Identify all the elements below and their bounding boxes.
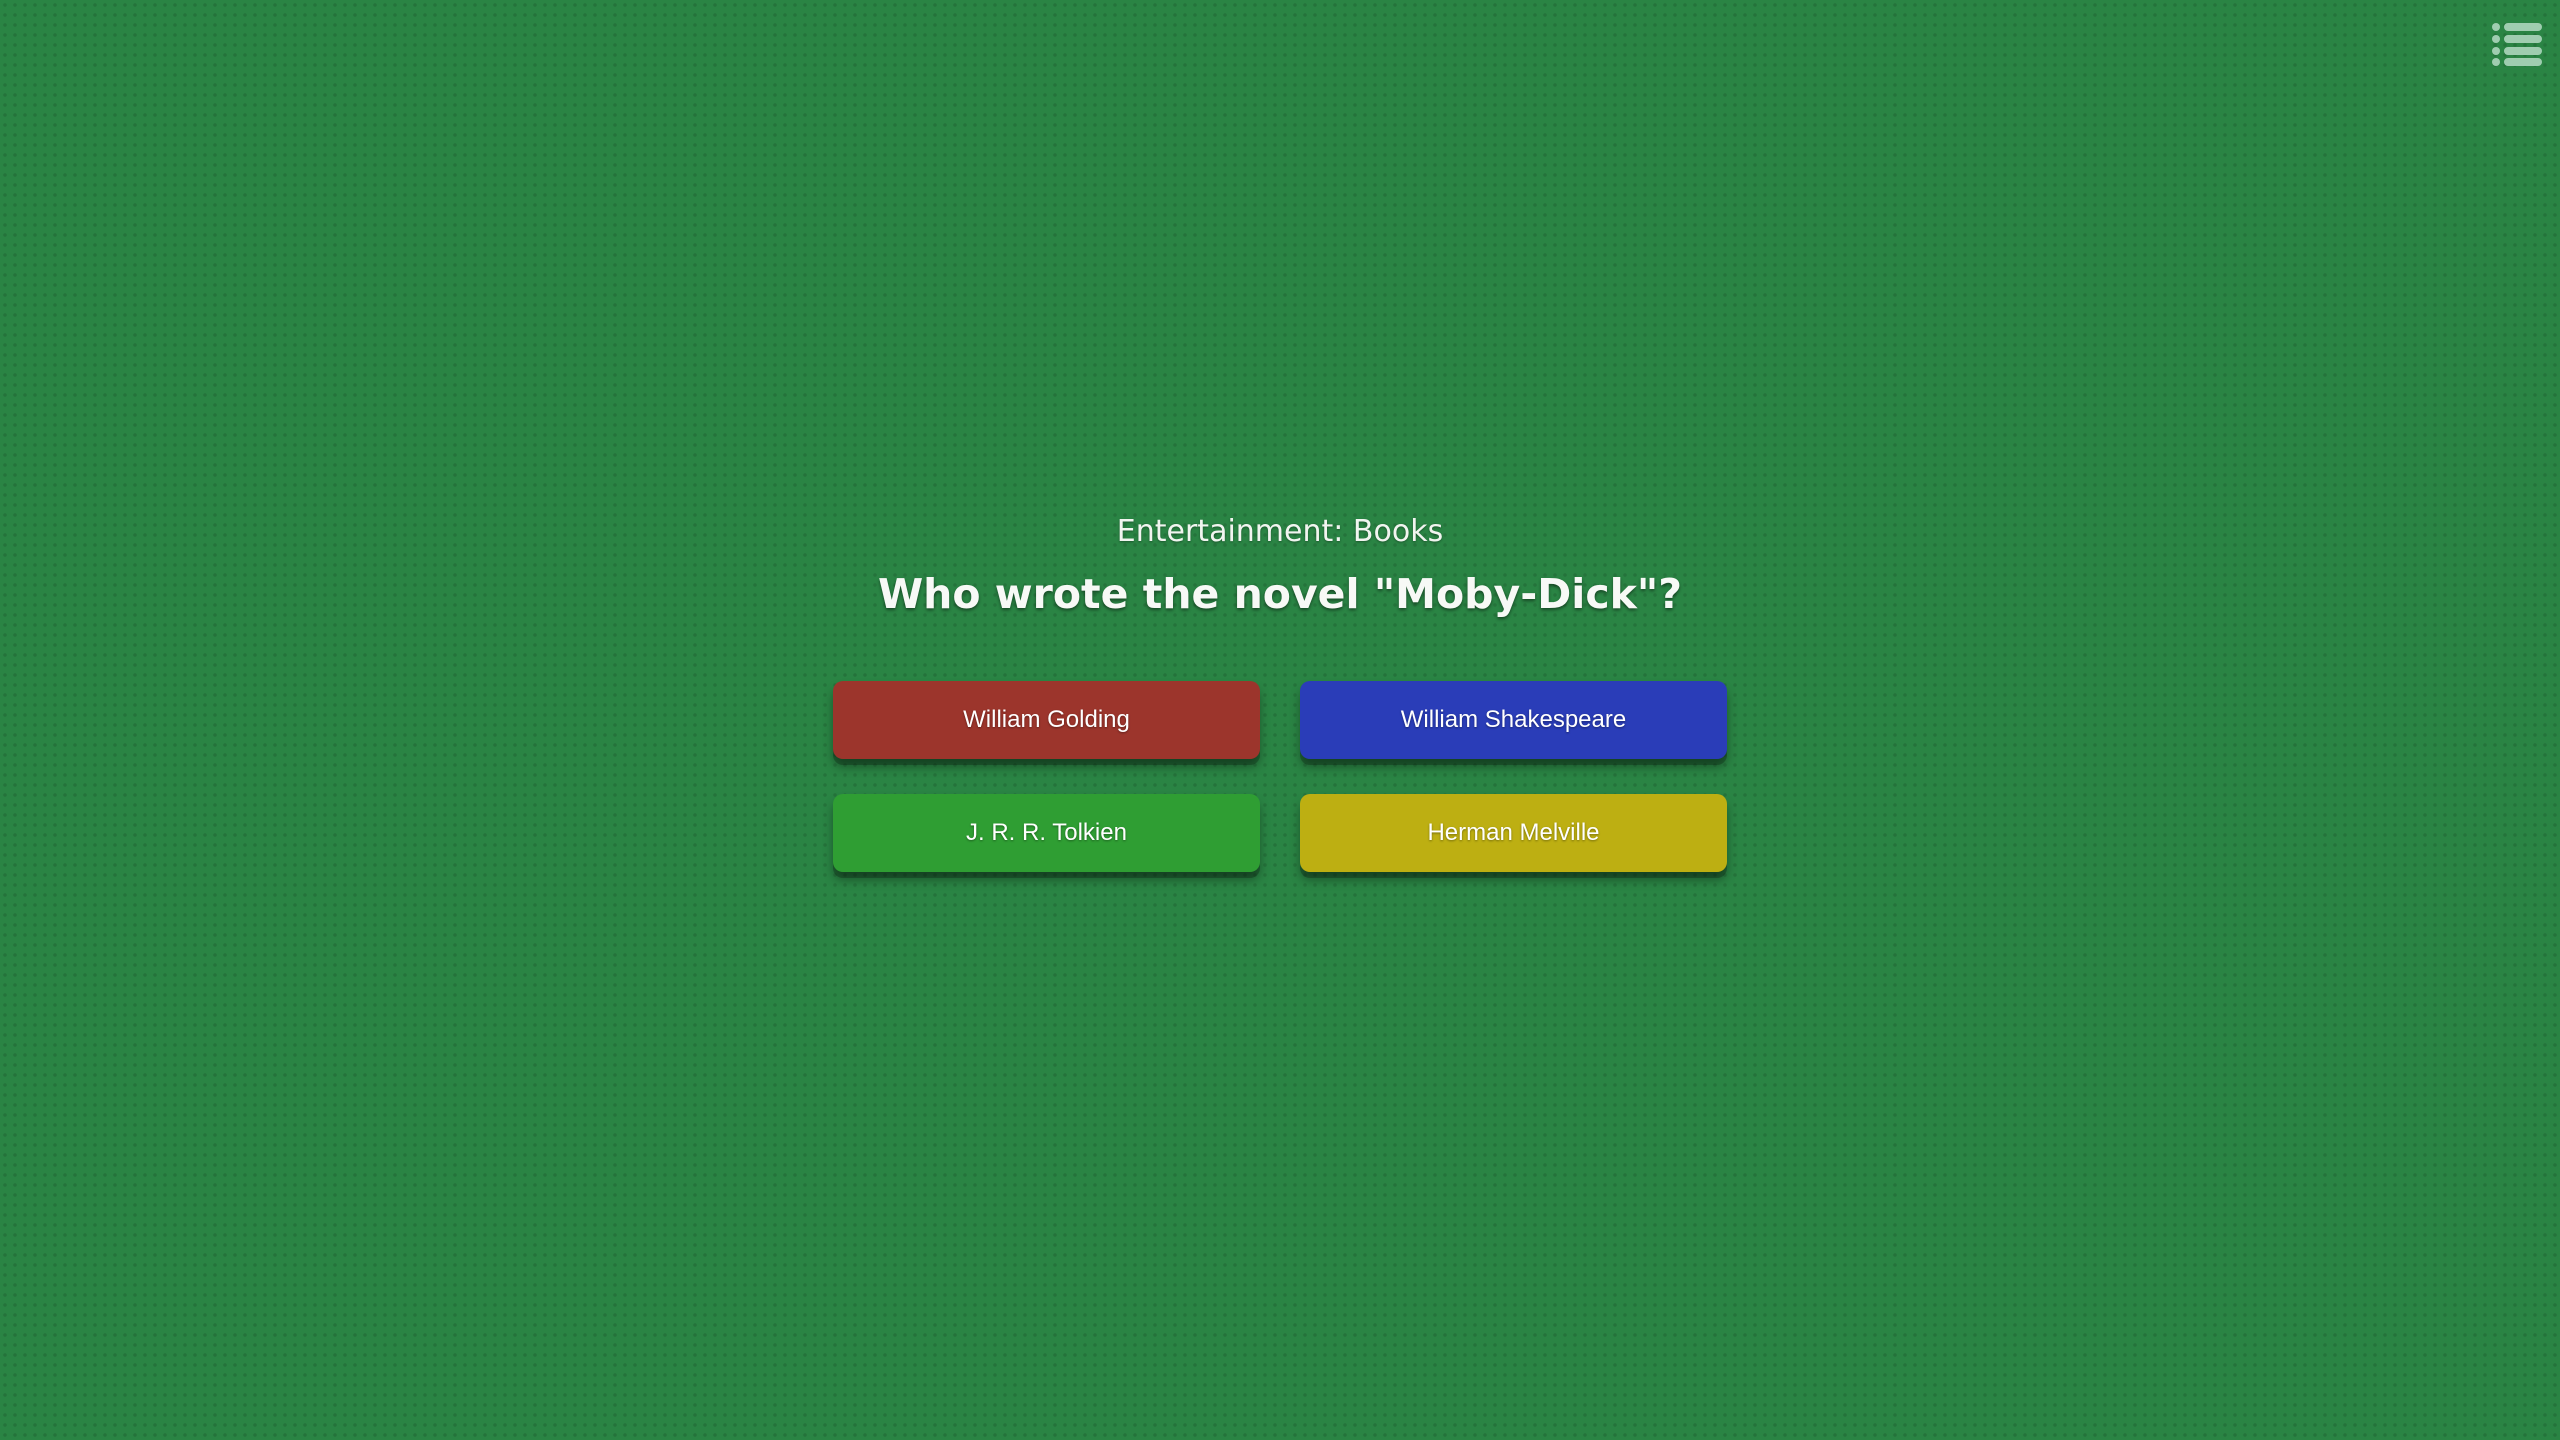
question-text: Who wrote the novel "Moby-Dick"? [877, 570, 1683, 618]
category-label: Entertainment: Books [1116, 514, 1444, 549]
answer-button-tolkien[interactable]: J. R. R. Tolkien [833, 794, 1260, 872]
list-icon [2492, 23, 2542, 66]
menu-button[interactable] [2491, 22, 2543, 66]
quiz-panel: Entertainment: Books Who wrote the novel… [0, 508, 2560, 622]
answer-button-william-golding[interactable]: William Golding [833, 681, 1260, 759]
answer-button-william-shakespeare[interactable]: William Shakespeare [1300, 681, 1727, 759]
answer-button-herman-melville[interactable]: Herman Melville [1300, 794, 1727, 872]
answer-grid: William Golding William Shakespeare J. R… [833, 681, 1727, 872]
